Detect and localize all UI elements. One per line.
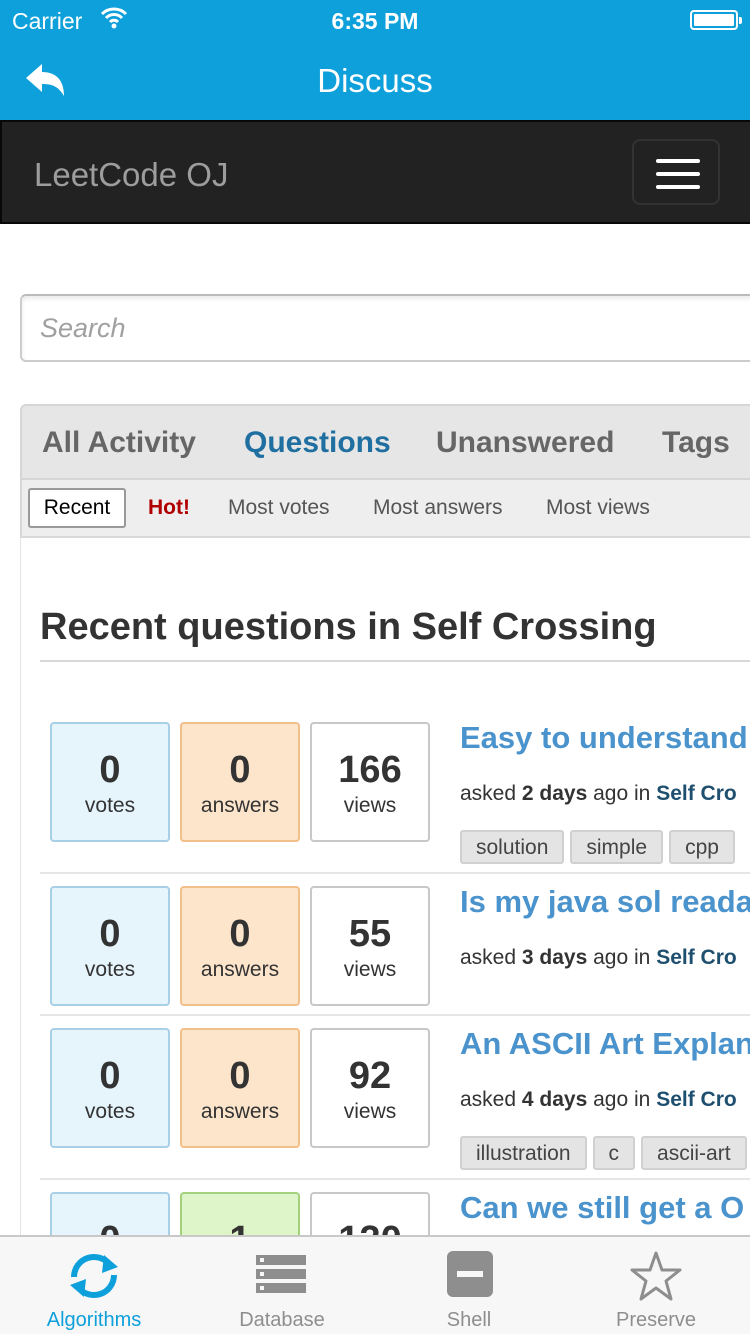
tab-all-activity[interactable]: All Activity — [42, 426, 196, 460]
star-outline-icon — [630, 1251, 682, 1301]
votes-label: votes — [84, 794, 136, 817]
question-meta: asked 3 days ago in Self Cro — [460, 946, 737, 970]
views-count-box: 92 views — [310, 1028, 430, 1148]
subtab-recent[interactable]: Recent — [28, 488, 126, 528]
tag[interactable]: ascii-art — [641, 1136, 747, 1170]
page-title: Recent questions in Self Crossing — [40, 606, 657, 648]
sync-arrows-icon — [70, 1254, 118, 1298]
ago-in-label: ago in — [593, 946, 651, 969]
votes-label: votes — [84, 958, 136, 981]
tabbar-item-preserve[interactable]: Preserve — [562, 1237, 750, 1334]
tabbar-item-algorithms[interactable]: Algorithms — [0, 1237, 188, 1334]
tag[interactable]: cpp — [669, 830, 735, 864]
hamburger-menu-icon[interactable] — [632, 139, 720, 205]
question-item: 0 votes 0 answers 92 views An ASCII Art … — [40, 1006, 750, 1180]
tabbar-label: Database — [239, 1309, 325, 1331]
subtab-most-answers[interactable]: Most answers — [373, 488, 503, 528]
tab-bar: Algorithms Database Shell Preserve — [0, 1235, 750, 1334]
tag[interactable]: solution — [460, 830, 565, 864]
asked-when: 3 days — [521, 946, 588, 969]
views-count: 166 — [338, 749, 402, 791]
main-nav: All Activity Questions Unanswered Tags — [20, 404, 750, 480]
tag[interactable]: illustration — [460, 1136, 587, 1170]
tab-questions[interactable]: Questions — [244, 426, 391, 460]
votes-count-box: 0 votes — [50, 1028, 170, 1148]
status-bar: Carrier 6:35 PM — [0, 0, 750, 40]
ago-in-label: ago in — [593, 782, 651, 805]
subtab-hot[interactable]: Hot! — [148, 488, 190, 528]
content-border — [20, 538, 21, 1238]
asked-label: asked — [460, 1088, 517, 1111]
nav-bar: Discuss — [0, 40, 750, 120]
views-count: 92 — [348, 1055, 392, 1097]
tag[interactable]: c — [592, 1136, 636, 1170]
answers-count: 0 — [229, 1055, 251, 1097]
votes-count: 0 — [99, 913, 121, 955]
answers-label: answers — [200, 794, 280, 817]
answers-count-box: 0 answers — [180, 1028, 300, 1148]
answers-count: 0 — [229, 749, 251, 791]
question-title-link[interactable]: An ASCII Art Explan — [460, 1026, 750, 1062]
site-brand[interactable]: LeetCode OJ — [34, 156, 228, 194]
ago-in-label: ago in — [593, 1088, 651, 1111]
tabbar-item-shell[interactable]: Shell — [375, 1237, 563, 1334]
asked-when: 4 days — [521, 1088, 588, 1111]
question-meta: asked 2 days ago in Self Cro — [460, 782, 737, 806]
answers-label: answers — [200, 1100, 280, 1123]
battery-icon — [690, 10, 742, 30]
category-link[interactable]: Self Cro — [656, 782, 737, 805]
search-input[interactable] — [40, 306, 740, 350]
views-count: 55 — [348, 913, 392, 955]
tabbar-label: Preserve — [615, 1309, 697, 1331]
votes-label: votes — [84, 1100, 136, 1123]
subtab-most-views[interactable]: Most views — [546, 488, 650, 528]
database-list-icon — [256, 1255, 306, 1293]
views-count-box: 166 views — [310, 722, 430, 842]
question-title-link[interactable]: Is my java sol reada — [460, 884, 750, 920]
answers-count-box: 0 answers — [180, 722, 300, 842]
answers-count: 0 — [229, 913, 251, 955]
answers-count-box: 0 answers — [180, 886, 300, 1006]
question-meta: asked 4 days ago in Self Cro — [460, 1088, 737, 1112]
tab-tags[interactable]: Tags — [662, 426, 730, 460]
asked-when: 2 days — [521, 782, 588, 805]
nav-title: Discuss — [317, 62, 433, 99]
views-label: views — [343, 794, 397, 817]
status-time: 6:35 PM — [331, 8, 419, 34]
tabbar-label: Shell — [446, 1309, 492, 1331]
category-link[interactable]: Self Cro — [656, 946, 737, 969]
question-title-link[interactable]: Can we still get a O — [460, 1190, 744, 1226]
answers-label: answers — [200, 958, 280, 981]
votes-count-box: 0 votes — [50, 886, 170, 1006]
search-box — [20, 294, 750, 362]
question-title-link[interactable]: Easy to understand — [460, 720, 748, 756]
views-label: views — [343, 1100, 397, 1123]
site-header: LeetCode OJ — [0, 120, 750, 224]
asked-label: asked — [460, 946, 517, 969]
views-label: views — [343, 958, 397, 981]
tag-list: solution simple cpp — [460, 830, 741, 864]
tab-unanswered[interactable]: Unanswered — [436, 426, 614, 460]
tag-list: illustration c ascii-art — [460, 1136, 750, 1170]
tabbar-label: Algorithms — [46, 1309, 142, 1331]
question-item: 0 votes 0 answers 55 views Is my java so… — [40, 864, 750, 1016]
votes-count: 0 — [99, 749, 121, 791]
shell-minus-icon — [447, 1251, 493, 1297]
tag[interactable]: simple — [570, 830, 664, 864]
sub-nav: Recent Hot! Most votes Most answers Most… — [20, 480, 750, 538]
votes-count-box: 0 votes — [50, 722, 170, 842]
tabbar-item-database[interactable]: Database — [188, 1237, 376, 1334]
subtab-most-votes[interactable]: Most votes — [228, 488, 330, 528]
votes-count: 0 — [99, 1055, 121, 1097]
asked-label: asked — [460, 782, 517, 805]
divider — [40, 660, 750, 662]
app-root: Carrier 6:35 PM Discuss LeetCode OJ All … — [0, 0, 750, 1334]
question-item: 0 votes 0 answers 166 views Easy to unde… — [40, 700, 750, 874]
views-count-box: 55 views — [310, 886, 430, 1006]
category-link[interactable]: Self Cro — [656, 1088, 737, 1111]
